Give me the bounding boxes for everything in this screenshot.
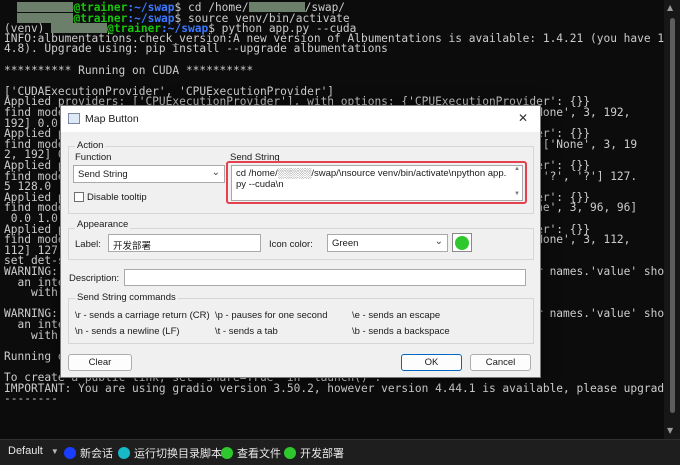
circle-icon xyxy=(221,447,233,459)
command-hint: \b - sends a backspace xyxy=(352,326,450,337)
disable-tooltip-label: Disable tooltip xyxy=(87,192,147,203)
command-hint: \p - pauses for one second xyxy=(215,310,328,321)
scroll-down-arrow-icon[interactable]: ▼ xyxy=(667,426,673,435)
textarea-scroll-up-icon[interactable]: ▲ xyxy=(514,166,520,172)
command-hint: \e - sends an escape xyxy=(352,310,441,321)
chevron-down-icon: ⌄ xyxy=(434,236,443,247)
scroll-thumb[interactable] xyxy=(670,18,675,413)
circle-icon xyxy=(64,447,76,459)
bar-button-label: 开发部署 xyxy=(300,448,344,460)
function-label: Function xyxy=(75,152,112,163)
terminal-text: IMPORTANT: You are using gradio version … xyxy=(4,381,664,395)
circle-icon xyxy=(118,447,130,459)
bar-button-switch-dir-script[interactable]: 运行切换目录脚本 xyxy=(118,445,222,461)
commands-group-title: Send String commands xyxy=(75,292,178,303)
dialog-titlebar[interactable]: Map Button ✕ xyxy=(61,106,540,132)
icon-color-select-value: Green xyxy=(332,238,359,249)
button-bar: Default ▼ 新会话 运行切换目录脚本 查看文件 开发部署 xyxy=(0,439,680,465)
bar-button-new-session[interactable]: 新会话 xyxy=(64,445,113,461)
terminal-text: 4.8). Upgrade using: pip install --upgra… xyxy=(4,42,388,56)
terminal-text: ********** Running on CUDA ********** xyxy=(4,63,254,77)
map-button-dialog: Map Button ✕ Action Function Send String… xyxy=(60,105,541,378)
bar-button-label: 运行切换目录脚本 xyxy=(134,448,222,460)
app-window-icon xyxy=(68,113,80,124)
redacted-username xyxy=(248,2,305,12)
terminal-line: Running o xyxy=(4,349,65,363)
function-select-value: Send String xyxy=(78,169,128,180)
bar-button-view-files[interactable]: 查看文件 xyxy=(221,445,281,461)
icon-color-swatch-button[interactable] xyxy=(452,233,472,252)
textarea-scroll-down-icon[interactable]: ▼ xyxy=(514,191,520,197)
terminal-scrollbar[interactable]: ▲ ▼ xyxy=(664,0,680,439)
description-label: Description: xyxy=(69,273,120,284)
scroll-up-arrow-icon[interactable]: ▲ xyxy=(667,3,673,12)
ok-button[interactable]: OK xyxy=(401,354,462,371)
circle-icon xyxy=(284,447,296,459)
command-hint: \n - sends a newline (LF) xyxy=(75,326,180,337)
command-hint: \t - sends a tab xyxy=(215,326,278,337)
label-field-label: Label: xyxy=(75,239,101,250)
bar-button-dev-deploy[interactable]: 开发部署 xyxy=(284,445,344,461)
bar-button-label: 新会话 xyxy=(80,448,113,460)
chevron-down-icon: ▼ xyxy=(50,446,59,456)
icon-color-label: Icon color: xyxy=(269,239,313,250)
redacted-username xyxy=(17,12,74,23)
command-hint: \r - sends a carriage return (CR) xyxy=(75,310,210,321)
bar-button-label: 查看文件 xyxy=(237,448,281,460)
terminal-text: Running o xyxy=(4,349,65,363)
appearance-group-title: Appearance xyxy=(75,219,131,230)
description-input[interactable] xyxy=(124,269,526,286)
terminal-text: -------- xyxy=(4,392,58,406)
close-icon[interactable]: ✕ xyxy=(518,111,528,125)
terminal-line: -------- xyxy=(4,392,58,406)
redacted-username xyxy=(17,2,74,12)
dialog-title: Map Button xyxy=(85,113,139,125)
terminal-line: 4.8). Upgrade using: pip install --upgra… xyxy=(4,42,388,56)
icon-color-select[interactable]: Green ⌄ xyxy=(327,234,448,252)
function-select[interactable]: Send String ⌄ xyxy=(73,165,225,183)
disable-tooltip-checkbox[interactable] xyxy=(74,192,84,202)
clear-button[interactable]: Clear xyxy=(68,354,132,371)
label-input-value: 开发部署 xyxy=(113,241,152,252)
label-input[interactable]: 开发部署 xyxy=(108,234,261,252)
chevron-down-icon: ⌄ xyxy=(211,167,220,178)
color-swatch-icon xyxy=(455,236,469,250)
send-string-value: cd /home/░░░░░/swap/\nsource venv/bin/ac… xyxy=(236,168,507,190)
send-string-textarea[interactable]: cd /home/░░░░░/swap/\nsource venv/bin/ac… xyxy=(231,165,523,201)
profile-selector[interactable]: Default ▼ xyxy=(8,445,59,457)
terminal-line: IMPORTANT: You are using gradio version … xyxy=(4,381,664,395)
cancel-button[interactable]: Cancel xyxy=(470,354,531,371)
commands-group xyxy=(68,298,534,344)
profile-selector-value: Default xyxy=(8,445,43,457)
action-group-title: Action xyxy=(75,140,106,151)
terminal-line: ********** Running on CUDA ********** xyxy=(4,63,254,77)
